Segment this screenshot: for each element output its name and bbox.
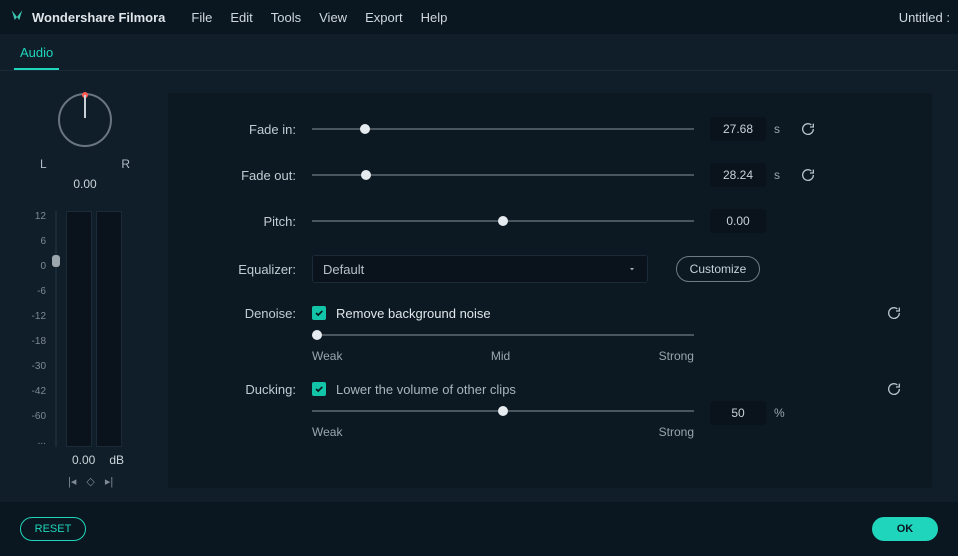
title-bar: Wondershare Filmora File Edit Tools View… xyxy=(0,0,958,34)
meter-bar-right xyxy=(96,211,122,447)
ducking-label: Ducking: xyxy=(198,382,312,397)
reset-icon[interactable] xyxy=(886,305,902,321)
fadein-unit: s xyxy=(774,122,780,136)
tab-audio[interactable]: Audio xyxy=(14,37,59,70)
footer-bar: RESET OK xyxy=(0,502,958,556)
denoise-weak-label: Weak xyxy=(312,349,342,363)
check-icon xyxy=(314,308,324,318)
denoise-label: Denoise: xyxy=(198,306,312,321)
pan-indicator-tick xyxy=(84,95,86,118)
menu-help[interactable]: Help xyxy=(421,10,448,25)
menu-edit[interactable]: Edit xyxy=(230,10,252,25)
fadeout-value[interactable] xyxy=(710,163,766,187)
fadeout-unit: s xyxy=(774,168,780,182)
fadein-label: Fade in: xyxy=(198,122,312,137)
reset-icon[interactable] xyxy=(800,167,816,183)
denoise-checkbox[interactable] xyxy=(312,306,326,320)
db-unit: dB xyxy=(109,453,124,467)
reset-icon[interactable] xyxy=(886,381,902,397)
ducking-unit: % xyxy=(774,406,785,420)
menu-bar: File Edit Tools View Export Help xyxy=(191,10,447,25)
menu-view[interactable]: View xyxy=(319,10,347,25)
denoise-check-label: Remove background noise xyxy=(336,306,491,321)
document-title: Untitled : xyxy=(899,10,950,25)
ducking-check-label: Lower the volume of other clips xyxy=(336,382,516,397)
eq-dropdown[interactable]: Default xyxy=(312,255,648,283)
fadein-slider[interactable] xyxy=(312,123,694,135)
meter-bar-left xyxy=(66,211,92,447)
ok-button[interactable]: OK xyxy=(872,517,938,541)
audio-controls-panel: Fade in: s Fade out: s Pitch: Equ xyxy=(168,93,932,488)
ducking-value[interactable] xyxy=(710,401,766,425)
check-icon xyxy=(314,384,324,394)
meter-scale: 12 6 0 -6 -12 -18 -30 -42 -60 ... xyxy=(26,211,50,447)
fadeout-label: Fade out: xyxy=(198,168,312,183)
chevron-down-icon xyxy=(627,264,637,274)
next-keyframe-icon[interactable]: ▸| xyxy=(105,475,113,488)
fadein-value[interactable] xyxy=(710,117,766,141)
db-value: 0.00 xyxy=(72,453,95,467)
filmora-logo-icon xyxy=(8,8,26,26)
denoise-slider[interactable] xyxy=(312,329,694,341)
ducking-strong-label: Strong xyxy=(659,425,694,439)
add-keyframe-icon[interactable]: ◇ xyxy=(86,475,94,488)
pitch-value[interactable] xyxy=(710,209,766,233)
reset-button[interactable]: RESET xyxy=(20,517,86,541)
pan-meter-panel: L R 0.00 12 6 0 -6 -12 -18 -30 -42 -60 .… xyxy=(26,93,144,488)
denoise-mid-label: Mid xyxy=(491,349,510,363)
ducking-weak-label: Weak xyxy=(312,425,342,439)
pan-left-label: L xyxy=(40,157,47,171)
volume-slider[interactable] xyxy=(50,211,62,447)
pan-knob[interactable] xyxy=(58,93,112,147)
denoise-strong-label: Strong xyxy=(659,349,694,363)
fadeout-slider[interactable] xyxy=(312,169,694,181)
menu-file[interactable]: File xyxy=(191,10,212,25)
ducking-checkbox[interactable] xyxy=(312,382,326,396)
pan-value: 0.00 xyxy=(26,177,144,191)
eq-label: Equalizer: xyxy=(198,262,312,277)
pitch-slider[interactable] xyxy=(312,215,694,227)
menu-export[interactable]: Export xyxy=(365,10,403,25)
customize-button[interactable]: Customize xyxy=(676,256,760,282)
menu-tools[interactable]: Tools xyxy=(271,10,301,25)
prev-keyframe-icon[interactable]: |◂ xyxy=(68,475,76,488)
tab-bar: Audio xyxy=(0,34,958,70)
reset-icon[interactable] xyxy=(800,121,816,137)
eq-value: Default xyxy=(323,262,364,277)
pitch-label: Pitch: xyxy=(198,214,312,229)
pan-right-label: R xyxy=(121,157,130,171)
ducking-slider[interactable] xyxy=(312,405,694,417)
product-name: Wondershare Filmora xyxy=(32,10,165,25)
